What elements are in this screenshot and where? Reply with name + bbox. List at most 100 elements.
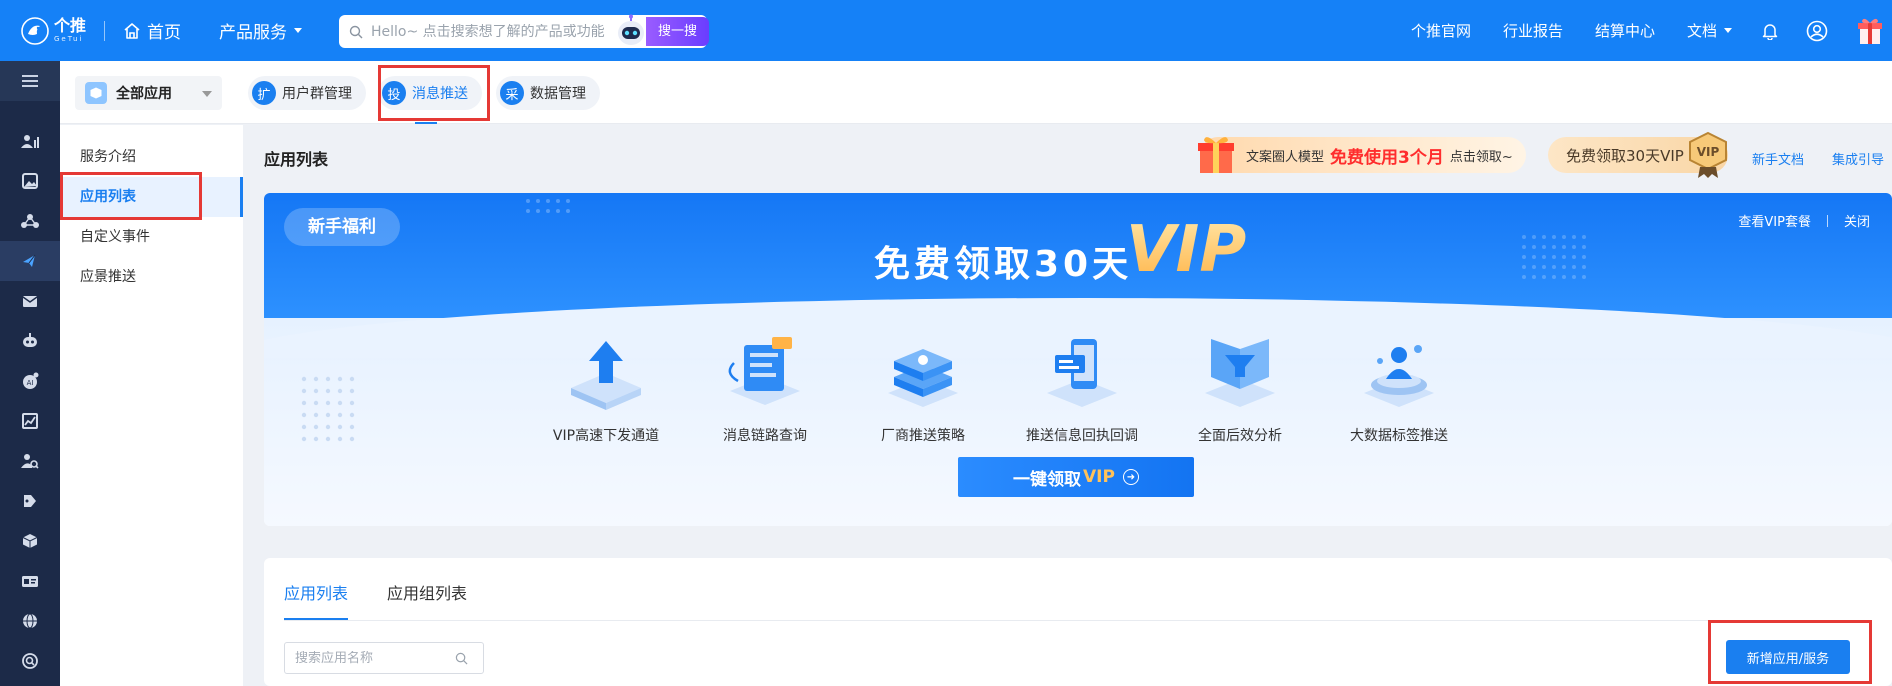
nav-divider: [104, 20, 106, 41]
menu-toggle-button[interactable]: [0, 61, 60, 101]
push-icon: [23, 254, 36, 267]
tab-badge: 投: [382, 81, 406, 105]
tag-icon: [24, 495, 36, 507]
integration-guide-link[interactable]: 集成引导: [1832, 149, 1884, 168]
decorative-dots: [1522, 235, 1586, 279]
view-vip-packages-link[interactable]: 查看VIP套餐: [1738, 211, 1811, 230]
mobile-callback-icon: [1047, 339, 1117, 407]
rail-card[interactable]: [0, 561, 60, 601]
decorative-dots: [526, 199, 570, 213]
rail-search-circle[interactable]: [0, 641, 60, 681]
tab-message-push[interactable]: 投 消息推送: [378, 76, 482, 110]
logo-text: 个推: [54, 16, 87, 35]
products-menu[interactable]: 产品服务: [219, 18, 303, 43]
tab-label: 消息推送: [412, 86, 468, 102]
hamburger-menu-icon: [22, 75, 38, 87]
newbie-docs-link[interactable]: 新手文档: [1752, 149, 1804, 168]
tab-data-management[interactable]: 采 数据管理: [496, 76, 600, 110]
global-search-box: 搜一搜: [339, 13, 709, 51]
user-circle-icon: [1806, 20, 1828, 41]
svg-text:AI: AI: [27, 379, 34, 387]
close-banner-button[interactable]: 关闭: [1844, 211, 1870, 230]
rail-ai[interactable]: AI: [0, 361, 60, 401]
feature-big-data-tag-push: 大数据标签推送: [1324, 333, 1474, 445]
rail-image[interactable]: [0, 161, 60, 201]
app-selector-dropdown[interactable]: 全部应用: [75, 76, 222, 110]
sidebar-item-contextual-push[interactable]: 应景推送: [60, 257, 243, 297]
gift-box-icon: [1198, 137, 1234, 173]
app-search-input[interactable]: [295, 650, 455, 666]
app-selector-label: 全部应用: [116, 86, 172, 102]
add-app-service-button[interactable]: 新增应用/服务: [1726, 640, 1850, 674]
billing-center-link[interactable]: 结算中心: [1595, 20, 1655, 41]
sidebar-item-service-intro[interactable]: 服务介绍: [60, 137, 243, 177]
upload-arrow-icon: [571, 341, 641, 410]
users-icon: [21, 135, 39, 148]
sidebar-item-app-list[interactable]: 应用列表: [60, 177, 243, 217]
bell-icon: [1762, 23, 1778, 40]
tab-label: 用户群管理: [282, 86, 352, 102]
vip-banner-actions: 查看VIP套餐 关闭: [1738, 211, 1870, 230]
feature-receipt-callback: 推送信息回执回调: [1007, 333, 1157, 445]
newbie-benefits-tag: 新手福利: [284, 208, 400, 246]
vip-promo-card: 新手福利 免费领取30天 VIP 查看VIP套餐 关闭 VIP高速下发通道 消息…: [264, 193, 1892, 526]
cube-icon: [85, 82, 107, 104]
rail-push[interactable]: [0, 241, 60, 281]
rail-user-search[interactable]: [0, 441, 60, 481]
rail-users[interactable]: [0, 121, 60, 161]
search-circle-icon: [22, 653, 38, 669]
rail-chart[interactable]: [0, 401, 60, 441]
home-link[interactable]: 首页: [123, 18, 181, 43]
getui-website-link[interactable]: 个推官网: [1411, 20, 1471, 41]
tab-user-group-management[interactable]: 扩 用户群管理: [248, 76, 366, 110]
claim-vip-button[interactable]: 一键领取 VIP ➜: [958, 457, 1194, 497]
claim-vip-word: VIP: [1083, 467, 1115, 487]
share-icon: [21, 214, 39, 228]
rail-globe[interactable]: [0, 601, 60, 641]
decorative-dots: [301, 376, 355, 442]
top-navigation-bar: 个推 GeTui 首页 产品服务 搜一搜 个推官网 行业报告: [0, 0, 1892, 61]
globe-icon: [23, 613, 37, 629]
top-right-links: 个推官网 行业报告 结算中心 文档: [1411, 0, 1892, 61]
vip-title-text: VIP: [1126, 213, 1246, 281]
tab-app-list[interactable]: 应用列表: [284, 580, 348, 604]
left-icon-rail: AI: [0, 61, 60, 686]
global-search-input[interactable]: [371, 23, 621, 40]
docs-menu[interactable]: 文档: [1687, 20, 1732, 41]
home-label: 首页: [147, 23, 182, 43]
search-icon[interactable]: [455, 652, 468, 665]
promo-copywriting-model-banner[interactable]: 文案圈人模型 免费使用3个月 点击领取~: [1198, 137, 1526, 173]
product-sub-bar: 全部应用 扩 用户群管理 投 消息推送 采 数据管理: [60, 61, 1892, 124]
feature-post-effect-analysis: 全面后效分析: [1165, 333, 1315, 445]
rail-tag[interactable]: [0, 481, 60, 521]
divider: [284, 620, 1872, 621]
robot-assistant-icon[interactable]: [612, 13, 650, 51]
active-tab-indicator: [415, 122, 437, 124]
getui-logo[interactable]: 个推 GeTui: [20, 16, 86, 46]
chevron-down-icon: [1724, 28, 1732, 33]
rail-mail[interactable]: [0, 281, 60, 321]
docs-label: 文档: [1686, 22, 1717, 40]
promo-free-vip-banner[interactable]: 免费领取30天VIP VIP: [1548, 131, 1728, 178]
promo-llm-prefix: 文案圈人模型: [1246, 149, 1325, 165]
gift-button[interactable]: [1856, 16, 1884, 46]
rail-robot[interactable]: [0, 321, 60, 361]
notification-button[interactable]: [1762, 22, 1778, 40]
feature-message-trace: 消息链路查询: [690, 333, 840, 445]
search-button[interactable]: 搜一搜: [645, 17, 709, 46]
rail-share[interactable]: [0, 201, 60, 241]
user-search-icon: [21, 454, 39, 469]
sidebar-item-custom-events[interactable]: 自定义事件: [60, 217, 243, 257]
promo-llm-suffix: 点击领取~: [1449, 149, 1513, 165]
app-list-card: 应用列表 应用组列表 新增应用/服务: [264, 558, 1892, 686]
products-label: 产品服务: [219, 23, 288, 43]
industry-report-link[interactable]: 行业报告: [1503, 20, 1563, 41]
feature-label: 全面后效分析: [1198, 428, 1282, 444]
rail-box[interactable]: [0, 521, 60, 561]
user-profile-button[interactable]: [1806, 20, 1828, 42]
feature-label: VIP高速下发通道: [552, 428, 660, 444]
chart-icon: [22, 413, 38, 429]
robot-icon: [23, 333, 37, 347]
feature-label: 消息链路查询: [723, 428, 807, 444]
tab-app-group-list[interactable]: 应用组列表: [387, 580, 467, 604]
